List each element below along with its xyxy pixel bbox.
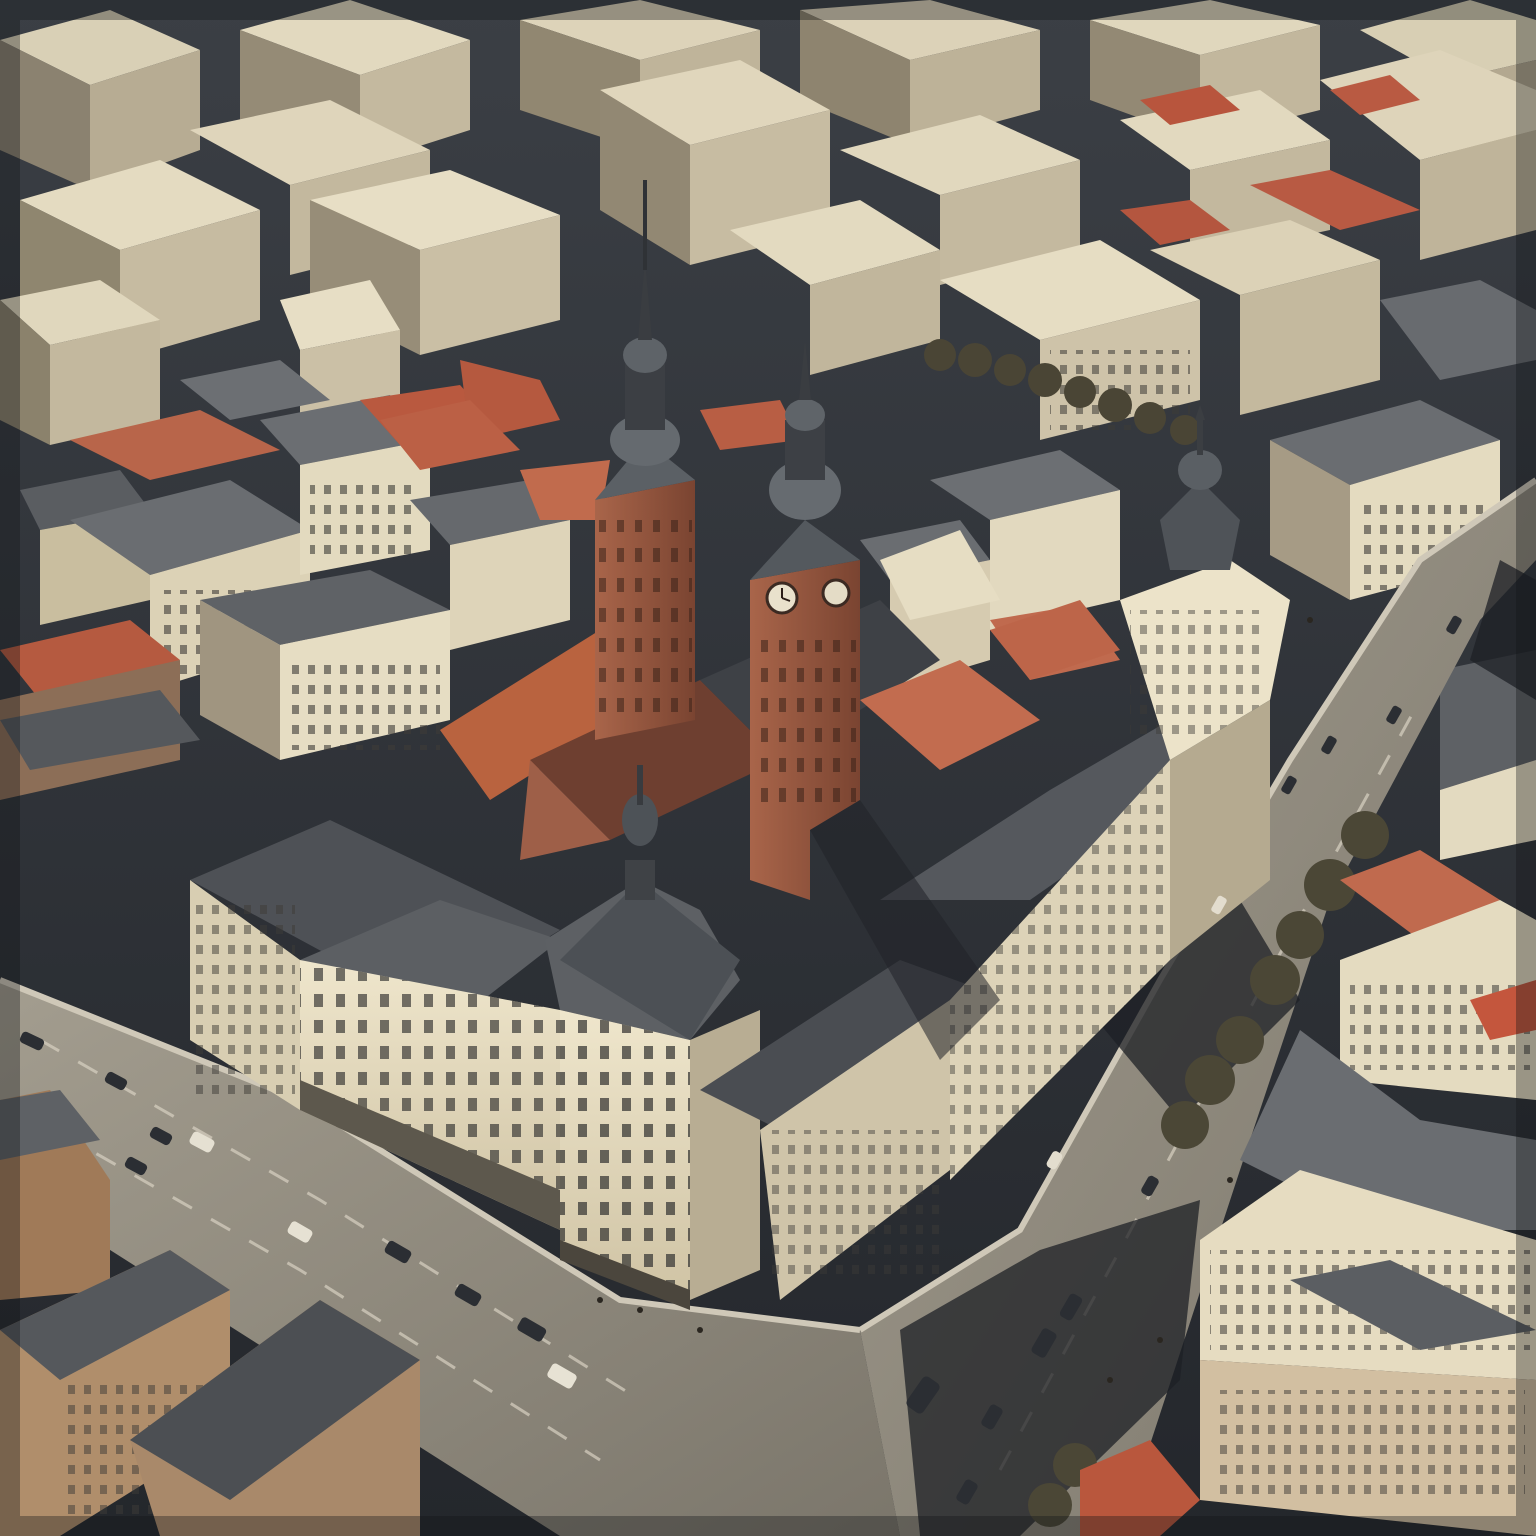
- city-illustration: [0, 0, 1536, 1536]
- aerial-city-scene: [0, 0, 1536, 1536]
